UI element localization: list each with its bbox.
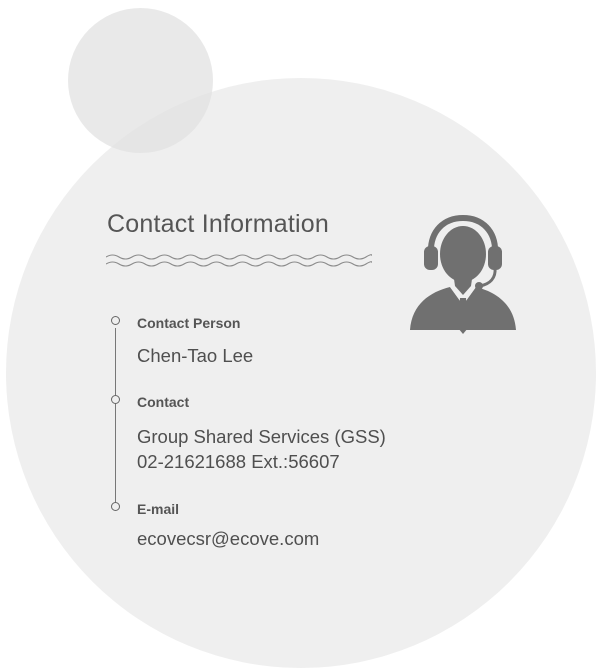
timeline-dot-email [111, 502, 120, 511]
background-circle [6, 78, 596, 668]
decorative-circle [68, 8, 213, 153]
section-title: Contact Information [107, 210, 329, 238]
timeline-dot-contact [111, 395, 120, 404]
email-address[interactable]: ecovecsr@ecove.com [137, 526, 319, 551]
contact-phone: 02-21621688 Ext.:56607 [137, 451, 340, 472]
email-label: E-mail [137, 501, 180, 517]
timeline-dot-person [111, 316, 120, 325]
contact-person-name: Chen-Tao Lee [137, 345, 254, 366]
customer-service-headset-icon [410, 214, 516, 334]
contact-person-label: Contact Person [137, 315, 241, 331]
contact-department: Group Shared Services (GSS) [137, 426, 386, 447]
timeline-line [115, 328, 117, 505]
contact-label: Contact [137, 394, 190, 410]
wavy-divider [106, 254, 372, 267]
